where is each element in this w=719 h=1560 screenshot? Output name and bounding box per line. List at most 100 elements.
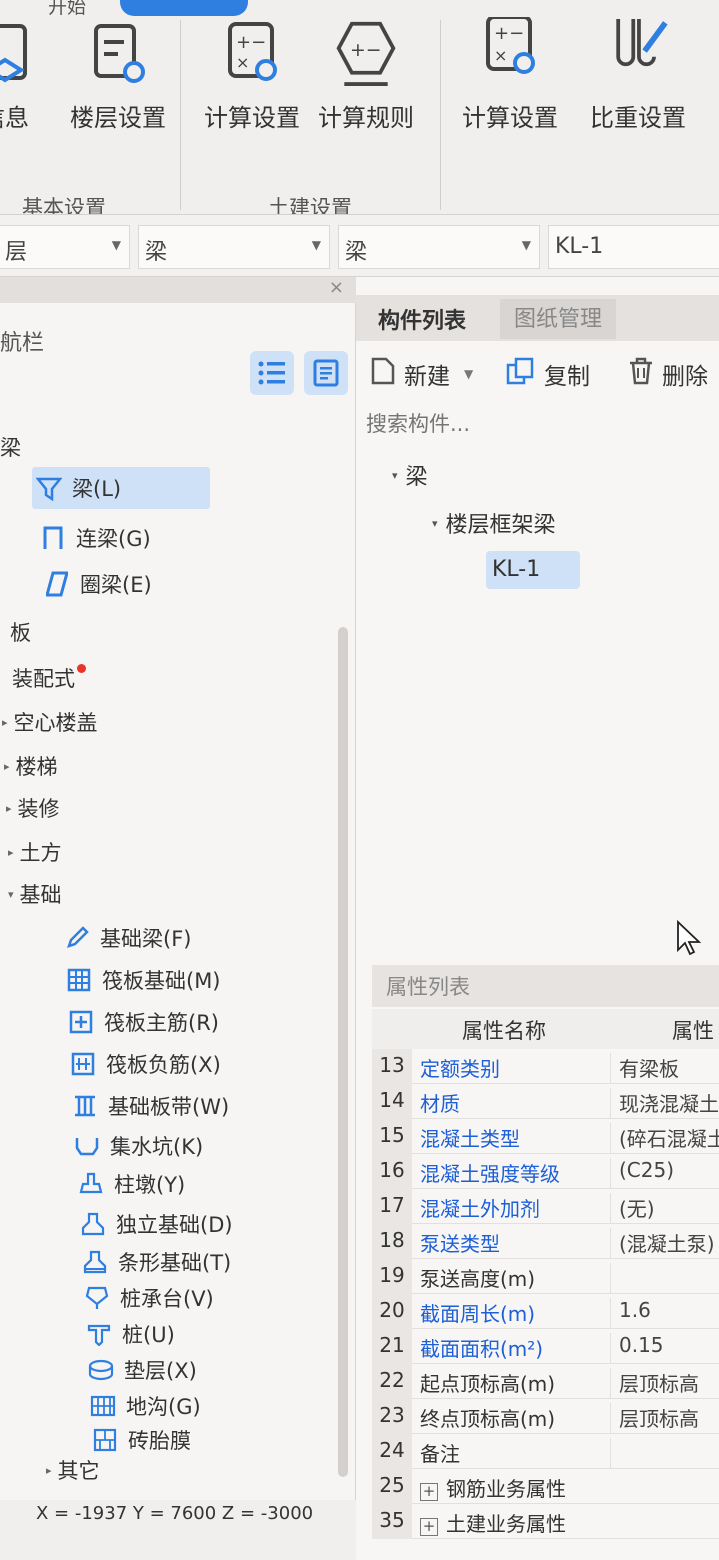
property-row[interactable]: 14 材质 现浇混凝土 [372,1084,719,1119]
property-value[interactable]: (C25) [610,1158,674,1188]
property-row[interactable]: 22 起点顶标高(m) 层顶标高 [372,1364,719,1399]
tree-item-column-pier[interactable]: 柱墩(Y) [78,1169,185,1199]
property-row[interactable]: 18 泵送类型 (混凝土泵) [372,1224,719,1259]
expand-plus-icon[interactable]: + [420,1483,438,1501]
tree-item-ring-beam[interactable]: 圈梁(E) [44,569,152,599]
tree-item-raft-foundation[interactable]: 筏板基础(M) [66,965,221,995]
tree-item-coupling-beam[interactable]: 连梁(G) [40,523,151,553]
property-value[interactable]: (无) [610,1193,655,1223]
nav-scrollbar[interactable] [338,627,348,1477]
tree-item-label: 装修 [17,797,60,821]
property-value[interactable]: 现浇混凝土 [610,1088,719,1118]
property-row-group[interactable]: 35 + 土建业务属性 [372,1504,719,1539]
floor-select[interactable]: 层 ▼ [0,225,130,269]
property-row[interactable]: 24 备注 [372,1434,719,1469]
component-search-input[interactable] [366,407,706,441]
tree-category-hollow-floor[interactable]: ▸ 空心楼盖 [2,707,98,737]
property-row[interactable]: 15 混凝土类型 (碎石混凝土 [372,1119,719,1154]
tree-item-raft-negative-rebar[interactable]: 筏板负筋(X) [70,1049,221,1079]
property-name: 定额类别 [420,1057,500,1081]
property-name: 泵送高度(m) [420,1267,536,1291]
copy-icon [506,357,536,391]
new-button[interactable]: 新建 ▼ [370,357,473,391]
chevron-right-icon[interactable]: ▸ [46,1464,52,1477]
property-row[interactable]: 16 混凝土强度等级 (C25) [372,1154,719,1189]
tree-item-label: 基础 [19,883,62,907]
tree-item-foundation-beam[interactable]: 基础梁(F) [64,923,191,953]
tree-item-strip-footing[interactable]: 条形基础(T) [82,1247,231,1277]
chevron-down-icon[interactable]: ▾ [8,888,14,901]
tree-item-foundation-strip[interactable]: 基础板带(W) [72,1091,229,1121]
calc-settings-2-button[interactable]: +− × 计算设置 [462,10,558,133]
chevron-right-icon[interactable]: ▸ [6,802,12,815]
chevron-down-icon[interactable]: ▾ [432,517,438,530]
tree-category-decoration[interactable]: ▸ 装修 [6,793,60,823]
tree-item-beam[interactable]: 梁(L) [32,467,210,509]
tree-item-label: 板 [10,621,31,645]
chevron-right-icon[interactable]: ▸ [8,846,14,859]
property-value[interactable]: 层顶标高 [610,1403,699,1433]
property-value[interactable]: 有梁板 [610,1053,679,1083]
property-row[interactable]: 20 截面周长(m) 1.6 [372,1294,719,1329]
component-tree-group[interactable]: ▾ 楼层框架梁 [432,507,556,539]
tree-category-beam[interactable]: 梁 [0,432,21,462]
chevron-down-icon[interactable]: ▾ [392,469,398,482]
tree-item-cushion[interactable]: 垫层(X) [88,1355,197,1385]
property-value[interactable] [610,1263,619,1293]
svg-text:×: × [236,53,249,72]
chevron-right-icon[interactable]: ▸ [4,760,10,773]
tree-category-slab[interactable]: 板 [10,617,31,647]
property-value[interactable]: (混凝土泵) [610,1228,715,1258]
property-row[interactable]: 23 终点顶标高(m) 层顶标高 [372,1399,719,1434]
copy-button[interactable]: 复制 [506,357,590,391]
calc-settings-2-icon: +− × [477,10,543,94]
detail-view-button[interactable] [304,351,348,395]
tree-category-earthwork[interactable]: ▸ 土方 [8,837,62,867]
new-document-icon [370,357,396,391]
property-row[interactable]: 17 混凝土外加剂 (无) [372,1189,719,1224]
tab-drawing-management[interactable]: 图纸管理 [500,299,617,339]
tree-item-pile-cap[interactable]: 桩承台(V) [84,1283,214,1313]
density-settings-button[interactable]: 比重设置 [590,10,686,133]
tree-item-brick-formwork[interactable]: 砖胎膜 [92,1425,191,1455]
tree-item-sump-pit[interactable]: 集水坑(K) [74,1131,203,1161]
calc-rules-button[interactable]: +− 计算规则 [318,10,414,133]
tree-item-trench[interactable]: 地沟(G) [90,1391,201,1421]
component-select[interactable]: KL-1 [548,225,719,269]
property-row[interactable]: 19 泵送高度(m) [372,1259,719,1294]
chevron-right-icon[interactable]: ▸ [2,716,8,729]
component-tree-item-kl1[interactable]: KL-1 [486,551,580,589]
component-tree-root[interactable]: ▾ 梁 [392,459,428,491]
property-value[interactable]: (碎石混凝土 [610,1123,719,1153]
expand-plus-icon[interactable]: + [420,1518,438,1536]
list-view-button[interactable] [250,351,294,395]
chevron-down-icon: ▼ [111,238,121,252]
type-select[interactable]: 梁 ▼ [338,225,540,269]
delete-button[interactable]: 删除 [628,357,708,391]
calc-settings-button[interactable]: +− × 计算设置 [204,10,300,133]
category-select[interactable]: 梁 ▼ [138,225,330,269]
rebar-negative-icon [70,1051,96,1077]
calc-settings-2-label: 计算设置 [462,104,558,132]
tree-item-isolated-footing[interactable]: 独立基础(D) [80,1209,233,1239]
tree-category-other[interactable]: ▸ 其它 [46,1455,100,1485]
property-value[interactable] [610,1438,619,1468]
floor-settings-button[interactable]: 楼层设置 [70,10,166,133]
tree-category-stairs[interactable]: ▸ 楼梯 [4,751,58,781]
project-info-button[interactable]: 信息 [0,10,38,133]
close-icon[interactable]: × [329,277,344,298]
property-value[interactable]: 0.15 [610,1333,664,1363]
tree-item-label: 地沟(G) [126,1395,201,1419]
property-row[interactable]: 13 定额类别 有梁板 [372,1049,719,1084]
tree-item-raft-main-rebar[interactable]: 筏板主筋(R) [68,1007,219,1037]
tab-component-list[interactable]: 构件列表 [378,303,466,335]
tree-category-prefab[interactable]: 装配式 [12,663,86,693]
property-value[interactable]: 1.6 [610,1298,651,1328]
property-row-group[interactable]: 25 + 钢筋业务属性 [372,1469,719,1504]
property-value[interactable]: 层顶标高 [610,1368,699,1398]
tree-item-label: 垫层(X) [124,1359,197,1383]
property-row[interactable]: 21 截面面积(m²) 0.15 [372,1329,719,1364]
tree-item-pile[interactable]: 桩(U) [86,1319,175,1349]
tree-category-foundation[interactable]: ▾ 基础 [8,879,62,909]
chevron-down-icon[interactable]: ▼ [464,367,473,381]
